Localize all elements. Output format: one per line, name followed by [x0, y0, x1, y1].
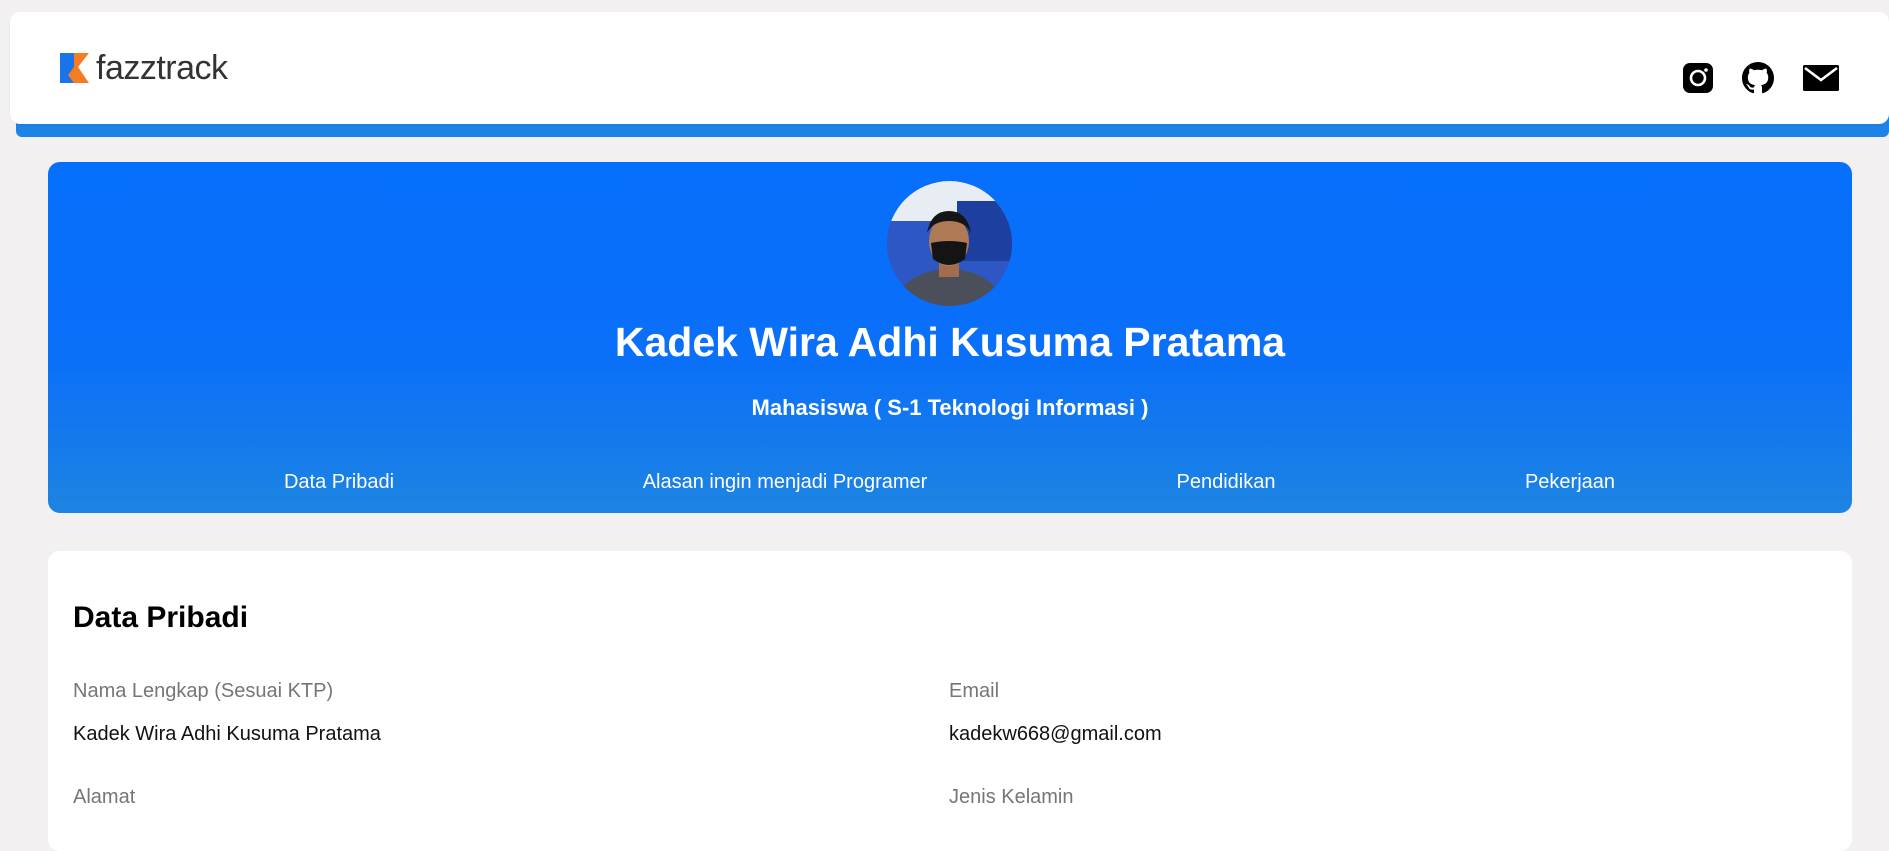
nav-pendidikan[interactable]: Pendidikan [1177, 471, 1276, 494]
brand-logo[interactable]: fazztrack [60, 48, 228, 88]
field-label-alamat: Alamat [73, 786, 136, 808]
field-value-email: kadekw668@gmail.com [949, 723, 1162, 745]
profile-role: Mahasiswa ( S-1 Teknologi Informasi ) [751, 395, 1149, 420]
avatar-photo [887, 181, 1012, 306]
nav-alasan-programer[interactable]: Alasan ingin menjadi Programer [643, 471, 928, 494]
github-icon[interactable] [1742, 62, 1774, 94]
navbar: fazztrack [10, 12, 1889, 124]
nav-pekerjaan[interactable]: Pekerjaan [1525, 471, 1615, 494]
profile-hero: Kadek Wira Adhi Kusuma Pratama Mahasiswa… [48, 162, 1852, 513]
header: fazztrack [10, 12, 1889, 137]
fazztrack-logo-icon [60, 53, 89, 83]
social-links [1683, 62, 1839, 94]
brand-name: fazztrack [96, 48, 228, 87]
field-value-nama: Kadek Wira Adhi Kusuma Pratama [73, 723, 381, 745]
profile-name: Kadek Wira Adhi Kusuma Pratama [614, 319, 1286, 365]
profile-section-nav: Data Pribadi Alasan ingin menjadi Progra… [48, 471, 1852, 501]
data-pribadi-card: Data Pribadi Nama Lengkap (Sesuai KTP) K… [48, 551, 1852, 851]
field-label-nama: Nama Lengkap (Sesuai KTP) [73, 680, 334, 702]
instagram-icon[interactable] [1683, 63, 1713, 93]
field-label-jenis-kelamin: Jenis Kelamin [949, 786, 1074, 808]
mail-icon[interactable] [1803, 65, 1839, 91]
field-label-email: Email [949, 680, 1000, 702]
avatar [887, 181, 1012, 306]
nav-data-pribadi[interactable]: Data Pribadi [284, 471, 394, 494]
section-title: Data Pribadi [73, 601, 249, 634]
